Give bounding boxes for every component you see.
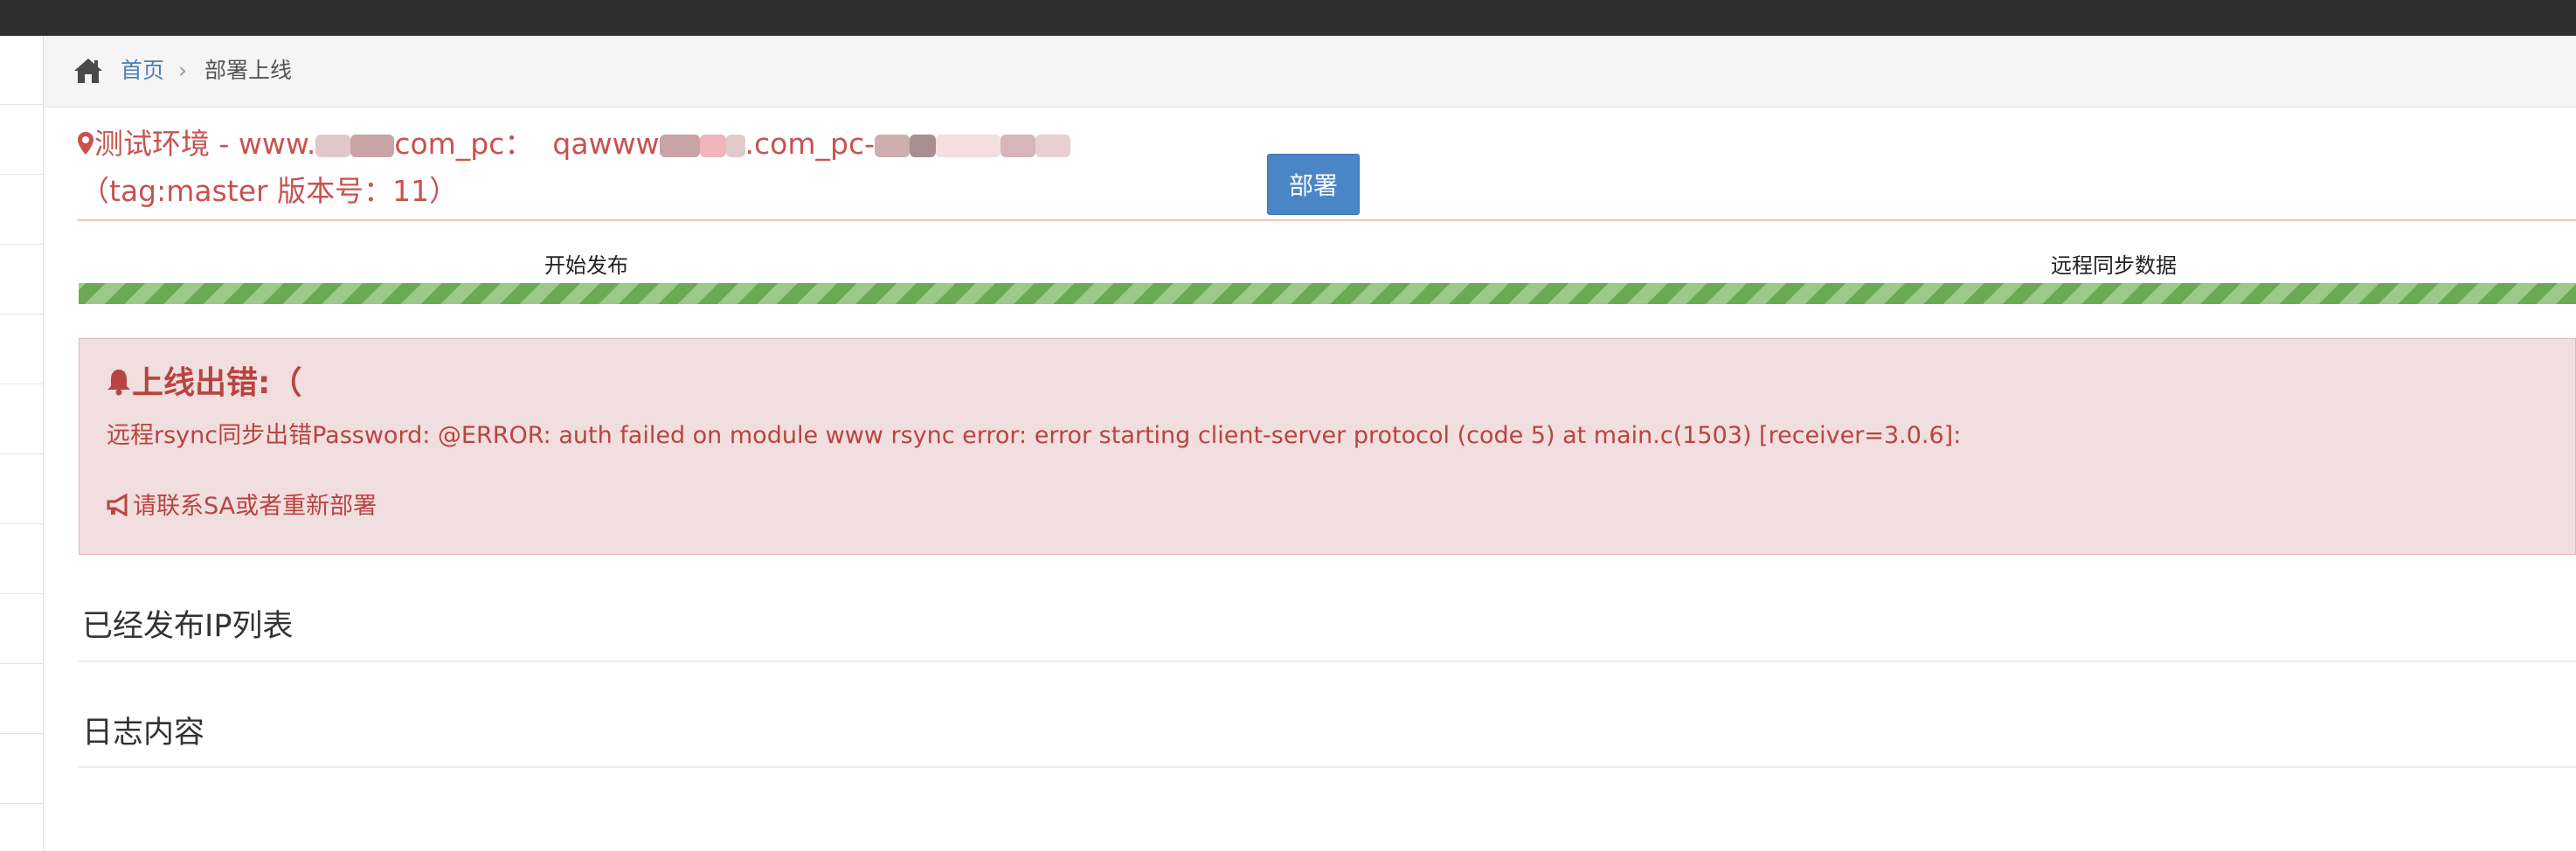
alert-title: 上线出错:（ xyxy=(106,363,301,404)
alert-error-message: 远程rsync同步出错Password: @ERROR: auth failed… xyxy=(107,422,1962,449)
sidebar-divider xyxy=(0,663,43,664)
ip-list-divider xyxy=(79,661,2576,662)
redacted-block xyxy=(875,134,911,157)
sidebar-divider xyxy=(0,104,43,105)
sidebar-divider xyxy=(0,453,43,454)
log-divider xyxy=(79,766,2576,768)
sidebar-divider xyxy=(0,733,43,734)
env-qa-suffix: .com_pc- xyxy=(744,127,876,161)
redacted-block xyxy=(659,134,700,157)
redacted-block xyxy=(1035,134,1071,157)
redacted-block xyxy=(315,134,351,157)
alert-title-text: 上线出错:（ xyxy=(132,365,302,401)
sidebar-divider xyxy=(0,803,43,804)
sidebar-divider xyxy=(0,174,43,175)
sidebar-divider xyxy=(0,523,43,524)
progress-step-start: 开始发布 xyxy=(544,253,628,278)
breadcrumb-separator: › xyxy=(178,58,187,83)
redacted-block xyxy=(699,134,726,157)
bell-icon xyxy=(107,370,130,396)
alert-contact: 请联系SA或者重新部署 xyxy=(107,490,377,523)
sidebar-divider xyxy=(0,593,43,594)
breadcrumb: 首页 › 部署上线 xyxy=(44,36,2576,107)
deploy-button[interactable]: 部署 xyxy=(1267,154,1360,215)
redacted-block xyxy=(725,134,745,157)
sidebar-divider xyxy=(0,244,43,245)
redacted-block xyxy=(1001,134,1036,157)
header-divider xyxy=(77,219,2576,221)
redacted-block xyxy=(936,134,1001,157)
progress-step-sync: 远程同步数据 xyxy=(2051,253,2177,278)
env-prefix: 测试环境 - www. xyxy=(94,127,316,161)
top-navbar xyxy=(0,0,2576,36)
alert-contact-text: 请联系SA或者重新部署 xyxy=(133,493,377,520)
sidebar xyxy=(0,36,44,851)
redacted-block xyxy=(910,134,937,157)
tag-version-info: （tag:master 版本号：11） xyxy=(80,174,459,208)
env-qa-prefix: qawww xyxy=(552,127,660,161)
sidebar-divider xyxy=(0,314,43,315)
home-icon[interactable] xyxy=(73,57,104,85)
breadcrumb-home-link[interactable]: 首页 xyxy=(121,55,164,86)
breadcrumb-current: 部署上线 xyxy=(204,58,293,83)
log-title: 日志内容 xyxy=(82,716,205,751)
map-marker-icon xyxy=(78,132,93,155)
ip-list-title: 已经发布IP列表 xyxy=(82,609,294,644)
env-domain-suffix: com_pc： xyxy=(394,127,534,161)
deploy-progress-bar xyxy=(79,283,2576,304)
redacted-block xyxy=(350,134,395,157)
environment-info: 测试环境 - www. com_pc： qawww .com_pc- xyxy=(77,126,1071,163)
error-alert: 上线出错:（ 远程rsync同步出错Password: @ERROR: auth… xyxy=(79,338,2576,555)
megaphone-icon xyxy=(107,494,128,516)
